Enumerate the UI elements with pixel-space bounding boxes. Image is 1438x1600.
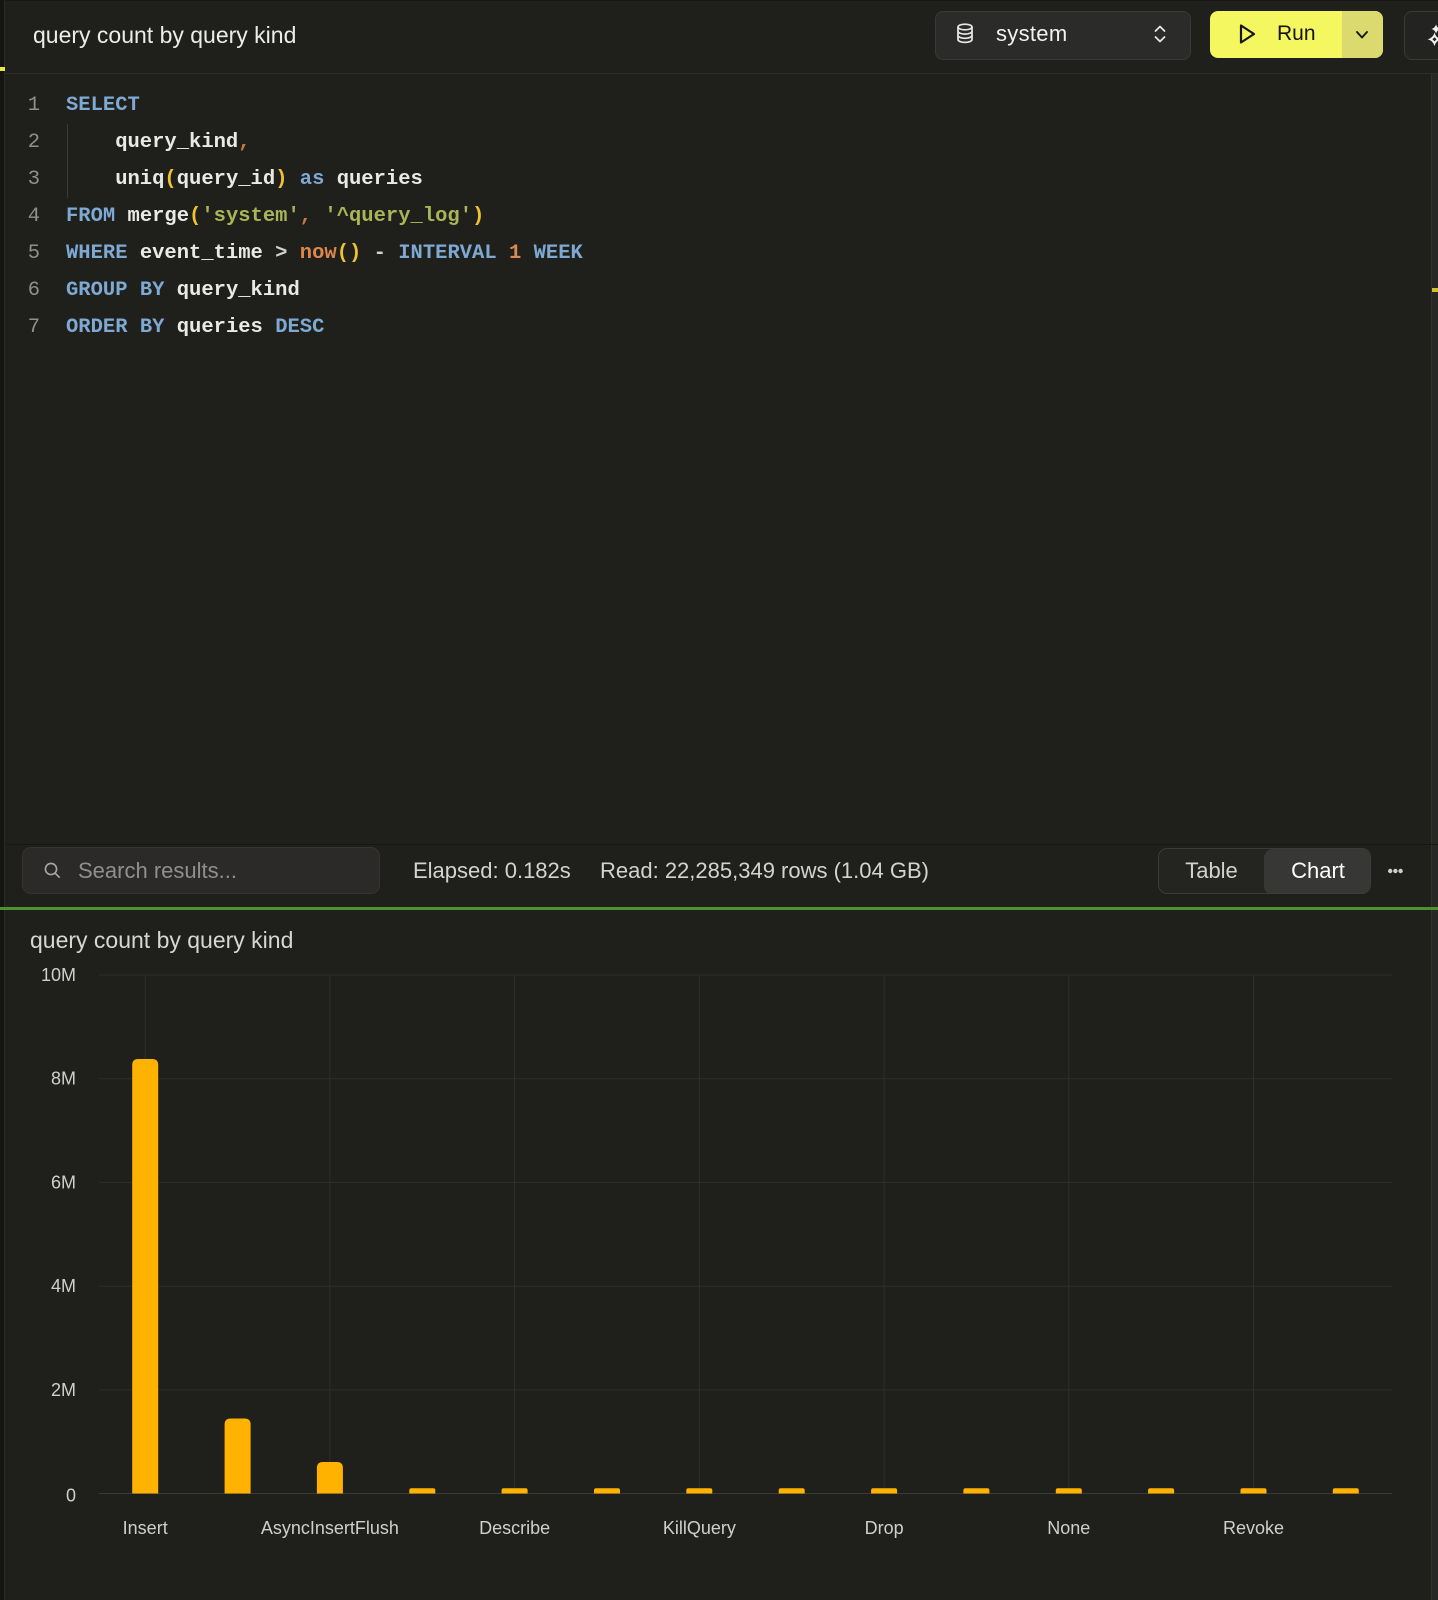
svg-text:KillQuery: KillQuery — [663, 1518, 736, 1538]
svg-text:4M: 4M — [51, 1276, 76, 1296]
svg-text:10M: 10M — [41, 965, 76, 985]
svg-text:Drop: Drop — [865, 1518, 904, 1538]
svg-text:0: 0 — [66, 1486, 76, 1506]
svg-text:AsyncInsertFlush: AsyncInsertFlush — [261, 1518, 399, 1538]
svg-text:query count by query kind: query count by query kind — [30, 927, 293, 953]
svg-text:None: None — [1047, 1518, 1090, 1538]
svg-text:Revoke: Revoke — [1223, 1518, 1284, 1538]
svg-text:2M: 2M — [51, 1380, 76, 1400]
svg-text:8M: 8M — [51, 1069, 76, 1089]
svg-text:Insert: Insert — [123, 1518, 168, 1538]
svg-text:Describe: Describe — [479, 1518, 550, 1538]
svg-text:6M: 6M — [51, 1172, 76, 1192]
